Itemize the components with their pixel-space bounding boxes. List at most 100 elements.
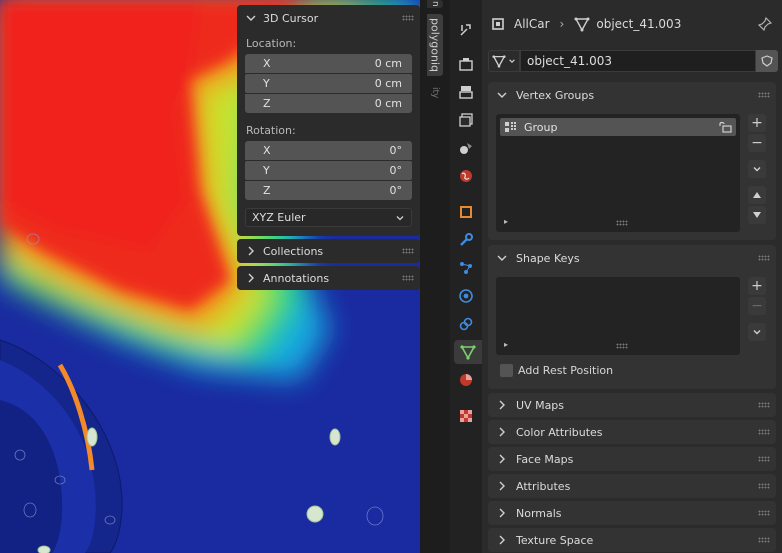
sidebar-tab-more[interactable]: ity	[427, 80, 443, 106]
drag-handle-icon[interactable]	[758, 537, 770, 543]
breadcrumb-data: object_41.003	[596, 17, 682, 31]
face-maps-title: Face Maps	[516, 452, 574, 466]
rotation-z-field[interactable]: Z 0°	[245, 181, 412, 200]
tab-texture[interactable]	[454, 404, 478, 428]
properties-tab-strip	[450, 0, 482, 553]
add-shape-key-button[interactable]: +	[748, 277, 766, 295]
texture-icon	[460, 410, 472, 422]
face-maps-panel[interactable]: Face Maps	[488, 447, 776, 471]
particles-icon	[460, 262, 472, 274]
tab-scene[interactable]	[454, 136, 478, 160]
chevron-right-icon	[499, 427, 505, 437]
vertex-groups-header[interactable]: Vertex Groups	[488, 82, 776, 108]
list-resize-handle-icon[interactable]	[616, 343, 628, 349]
tab-object[interactable]	[454, 200, 478, 224]
drag-handle-icon[interactable]	[758, 456, 770, 462]
list-item[interactable]: Group	[500, 118, 736, 136]
shape-key-list[interactable]: ▸	[496, 277, 740, 355]
drag-handle-icon[interactable]	[758, 402, 770, 408]
axis-label: X	[263, 144, 271, 157]
add-rest-position-checkbox[interactable]	[500, 364, 513, 377]
rotation-mode-select[interactable]: XYZ Euler	[245, 208, 412, 227]
location-z-field[interactable]: Z 0 cm	[245, 94, 412, 113]
move-up-button[interactable]	[748, 186, 766, 204]
uv-maps-title: UV Maps	[516, 398, 565, 412]
datablock-name-field[interactable]: object_41.003	[520, 50, 756, 72]
drag-handle-icon[interactable]	[758, 92, 770, 98]
color-attributes-panel[interactable]: Color Attributes	[488, 420, 776, 444]
output-icon	[459, 86, 473, 99]
drag-handle-icon[interactable]	[402, 248, 414, 254]
attributes-header[interactable]: Attributes	[488, 474, 776, 498]
drag-handle-icon[interactable]	[758, 429, 770, 435]
chevron-down-icon	[497, 92, 507, 98]
tab-output[interactable]	[454, 80, 478, 104]
list-resize-handle-icon[interactable]	[616, 220, 628, 226]
sidebar-tab-view[interactable]: n	[427, 0, 443, 8]
tab-tool[interactable]	[454, 18, 478, 42]
chevron-right-icon	[248, 246, 254, 256]
shape-keys-panel: Shape Keys ▸ + − Add Rest Position	[488, 245, 776, 389]
3d-cursor-header[interactable]: 3D Cursor	[237, 5, 420, 31]
tab-material[interactable]	[454, 368, 478, 392]
drag-handle-icon[interactable]	[758, 483, 770, 489]
remove-vertex-group-button[interactable]: −	[748, 134, 766, 152]
normals-header[interactable]: Normals	[488, 501, 776, 525]
location-label: Location:	[246, 37, 297, 50]
tab-view-layer[interactable]	[454, 108, 478, 132]
filter-expand-icon[interactable]: ▸	[504, 340, 508, 349]
tool-icon	[460, 24, 471, 36]
collections-header[interactable]: Collections	[237, 239, 420, 263]
drag-handle-icon[interactable]	[758, 510, 770, 516]
vertex-group-list[interactable]: Group ▸	[496, 114, 740, 232]
shape-keys-header[interactable]: Shape Keys	[488, 245, 776, 271]
add-vertex-group-button[interactable]: +	[748, 114, 766, 132]
uv-maps-panel[interactable]: UV Maps	[488, 393, 776, 417]
normals-panel[interactable]: Normals	[488, 501, 776, 525]
pin-icon[interactable]	[758, 17, 772, 31]
color-attributes-header[interactable]: Color Attributes	[488, 420, 776, 444]
rotation-y-field[interactable]: Y 0°	[245, 161, 412, 180]
chevron-right-icon: ›	[559, 17, 565, 31]
remove-shape-key-button[interactable]: −	[748, 297, 766, 315]
3d-viewport[interactable]: 3D Cursor Location: X 0 cm Y 0 cm Z 0 cm Ro…	[0, 0, 420, 553]
location-x-field[interactable]: X 0 cm	[245, 54, 412, 73]
drag-handle-icon[interactable]	[402, 15, 414, 21]
rotation-mode-value: XYZ Euler	[252, 211, 306, 224]
tab-particles[interactable]	[454, 256, 478, 280]
filter-expand-icon[interactable]: ▸	[504, 217, 508, 226]
drag-handle-icon[interactable]	[758, 255, 770, 261]
texture-space-header[interactable]: Texture Space	[488, 528, 776, 552]
object-icon	[460, 206, 472, 218]
tab-world[interactable]	[454, 164, 478, 188]
collections-panel[interactable]: Collections	[237, 239, 420, 263]
vertex-group-specials-button[interactable]	[748, 160, 766, 178]
datablock-browse-button[interactable]	[488, 50, 520, 72]
drag-handle-icon[interactable]	[402, 275, 414, 281]
tab-data[interactable]	[454, 340, 482, 364]
unlock-icon[interactable]	[718, 121, 732, 133]
face-maps-header[interactable]: Face Maps	[488, 447, 776, 471]
sidebar-tab-polygoniq[interactable]: polygoniq	[427, 14, 443, 76]
tab-modifiers[interactable]	[454, 228, 478, 252]
chevron-down-icon	[246, 15, 256, 21]
material-icon	[460, 374, 472, 386]
scene-icon	[460, 143, 472, 154]
fake-user-button[interactable]	[756, 50, 778, 72]
annotations-panel[interactable]: Annotations	[237, 266, 420, 290]
add-rest-position-row[interactable]: Add Rest Position	[500, 364, 613, 377]
uv-maps-header[interactable]: UV Maps	[488, 393, 776, 417]
location-y-field[interactable]: Y 0 cm	[245, 74, 412, 93]
shape-keys-title: Shape Keys	[516, 251, 580, 265]
rotation-x-field[interactable]: X 0°	[245, 141, 412, 160]
tab-physics[interactable]	[454, 284, 478, 308]
annotations-header[interactable]: Annotations	[237, 266, 420, 290]
attributes-panel[interactable]: Attributes	[488, 474, 776, 498]
texture-space-panel[interactable]: Texture Space	[488, 528, 776, 552]
move-down-button[interactable]	[748, 206, 766, 224]
shield-icon	[761, 55, 773, 67]
shape-key-specials-button[interactable]	[748, 323, 766, 341]
tab-render[interactable]	[454, 52, 478, 76]
tab-constraints[interactable]	[454, 312, 478, 336]
field-value: 0°	[389, 164, 403, 177]
